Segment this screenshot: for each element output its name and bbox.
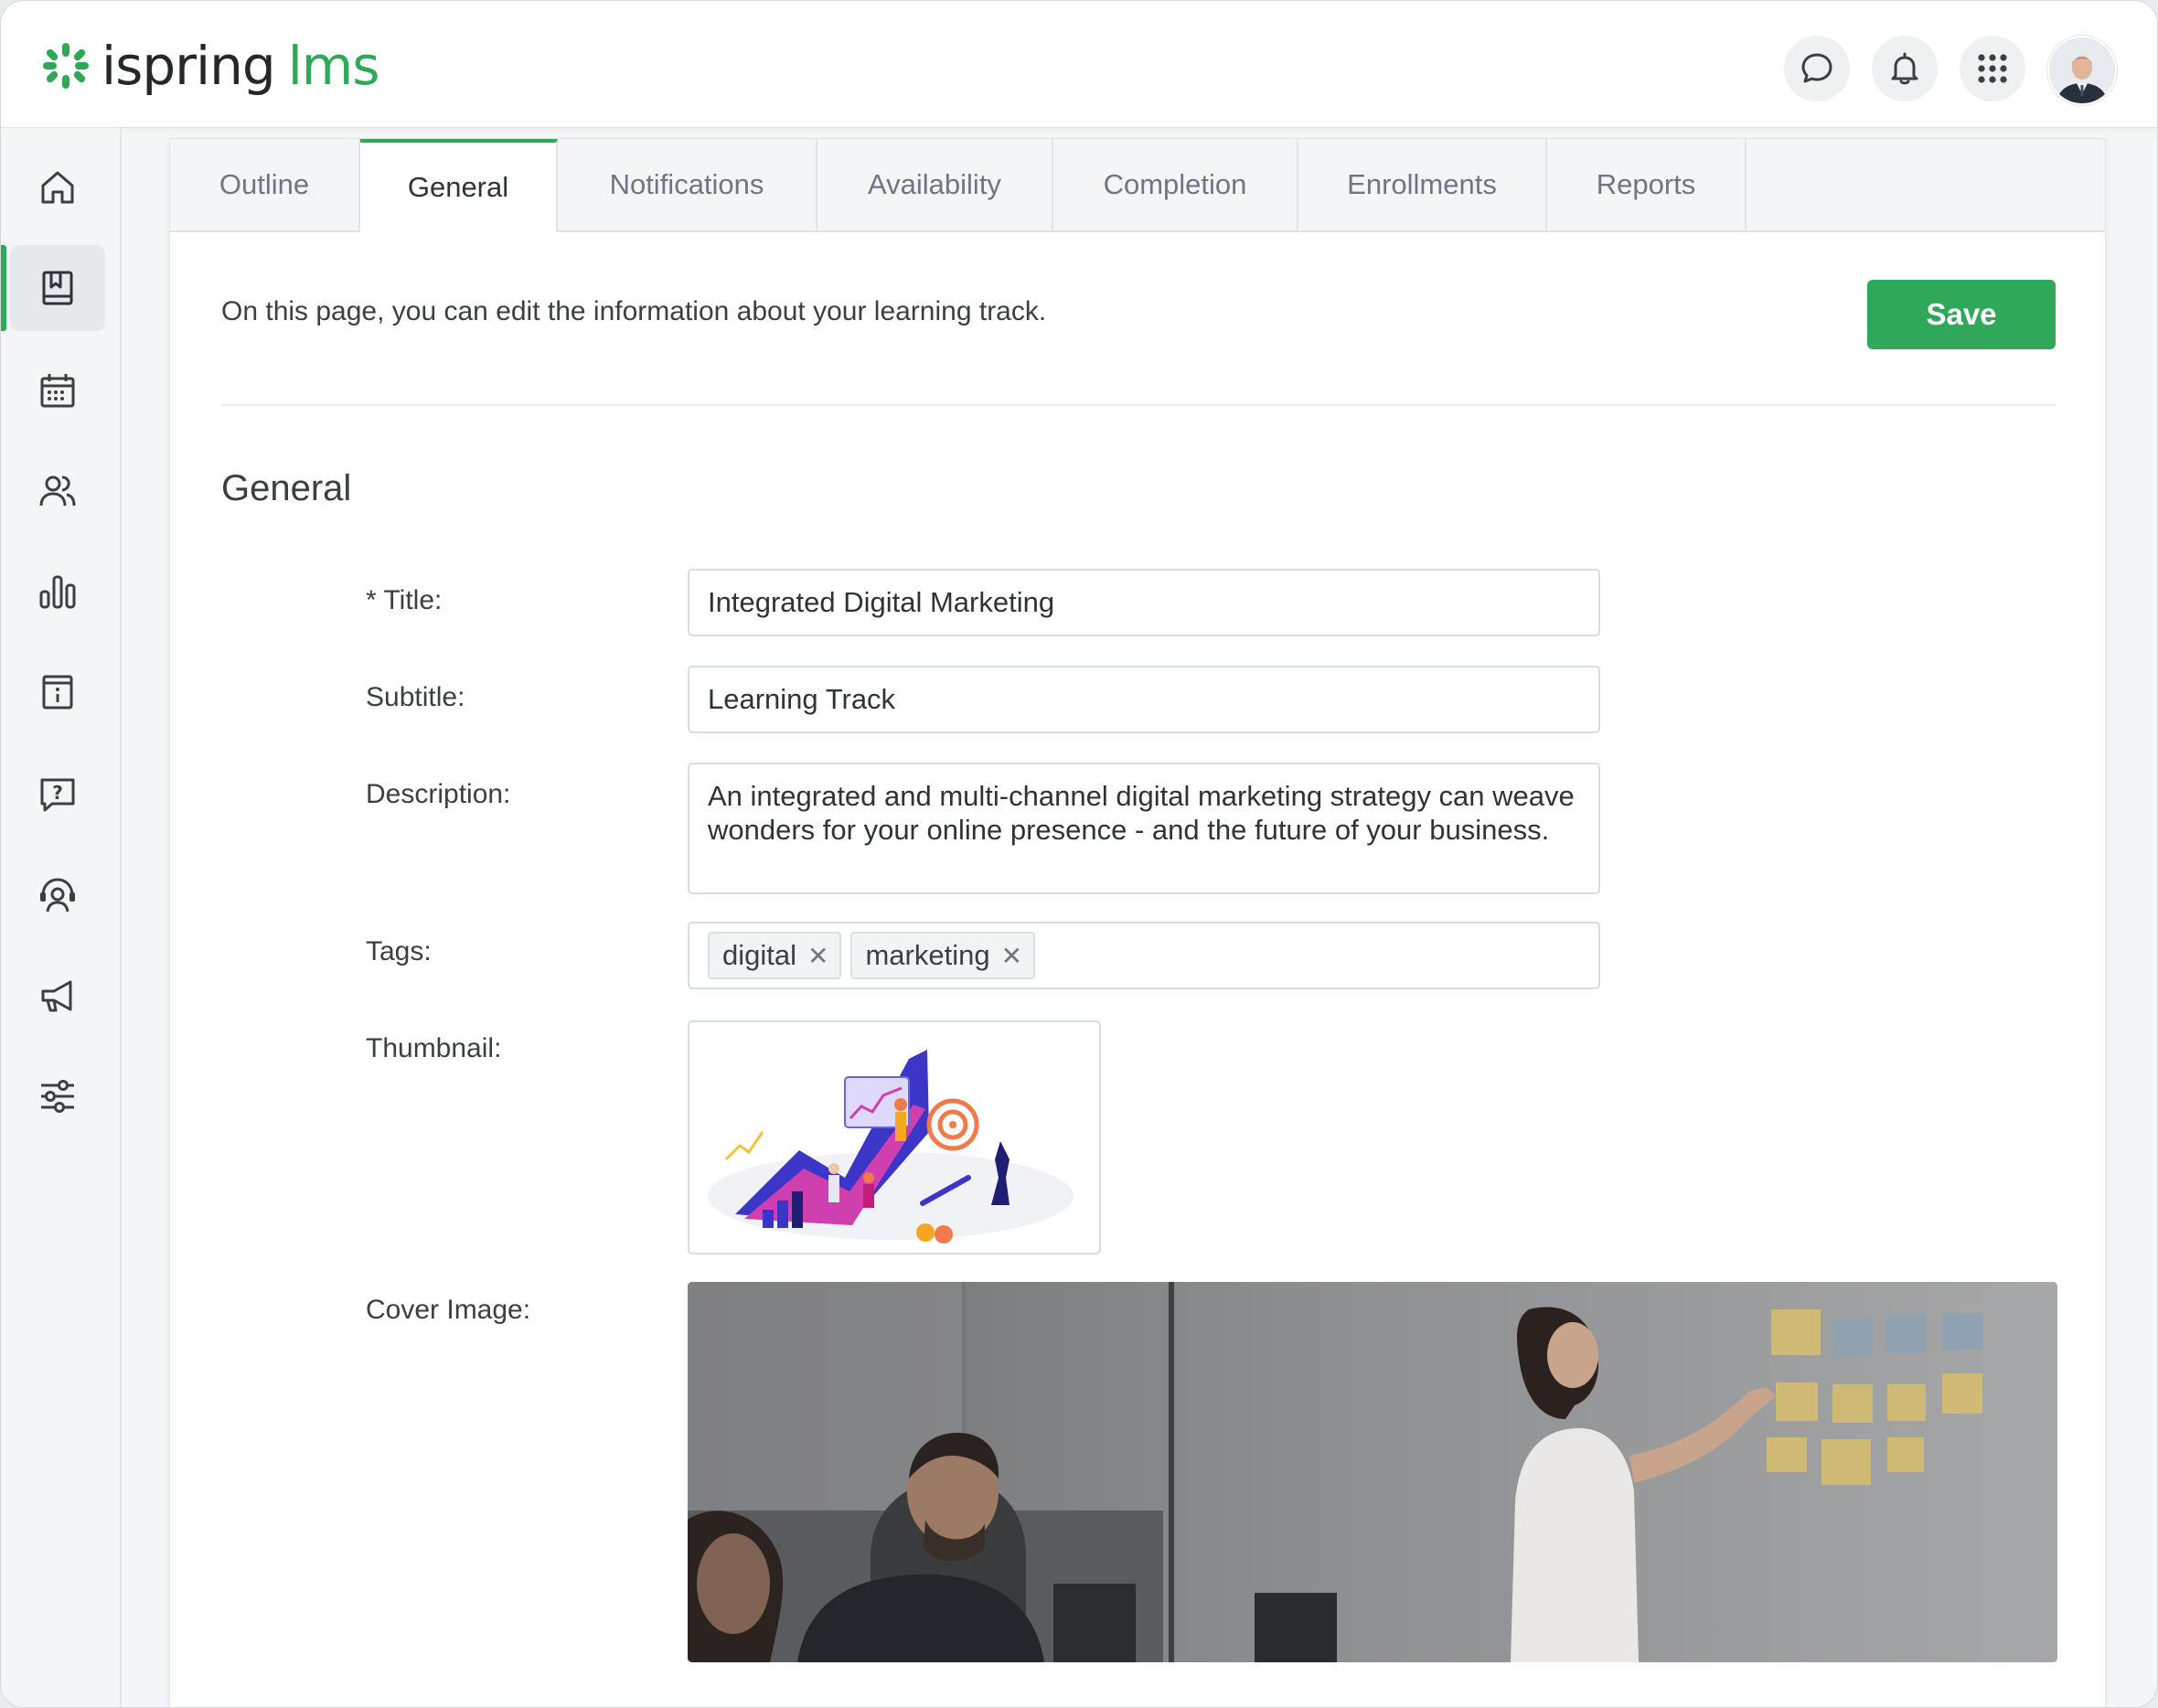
app-window: ispring lms ? Outline General Notificati… [0, 0, 2158, 1708]
chat-button[interactable] [1784, 36, 1850, 101]
cover-image-label: Cover Image: [366, 1295, 531, 1325]
logo-text-lms: lms [287, 35, 380, 97]
sidebar-item-home[interactable] [10, 144, 105, 230]
sidebar-item-content[interactable] [1, 245, 105, 331]
save-button[interactable]: Save [1867, 280, 2056, 349]
tab-bar: Outline General Notifications Availabili… [170, 139, 2105, 232]
calendar-icon [40, 374, 75, 408]
sidebar-item-support[interactable] [10, 852, 105, 938]
logo-text-ispring: ispring [101, 35, 276, 97]
sidebar-item-settings[interactable] [10, 1053, 105, 1139]
subtitle-input[interactable]: Learning Track [688, 666, 1600, 733]
question-chat-icon: ? [40, 778, 75, 812]
tab-enrollments[interactable]: Enrollments [1298, 139, 1547, 230]
thumbnail-label: Thumbnail: [366, 1033, 502, 1063]
section-title: General [221, 468, 352, 508]
avatar-icon [2049, 37, 2115, 103]
left-sidebar: ? [1, 128, 122, 1707]
tab-general[interactable]: General [360, 139, 558, 232]
sidebar-item-info[interactable] [10, 649, 105, 735]
remove-tag-icon[interactable]: ✕ [807, 941, 828, 971]
apps-grid-icon [1978, 54, 2007, 83]
tags-input[interactable]: digital ✕ marketing ✕ [688, 922, 1600, 989]
bar-chart-icon [39, 575, 76, 609]
apps-menu-button[interactable] [1960, 36, 2025, 101]
tab-completion[interactable]: Completion [1053, 139, 1298, 230]
main-card: Outline General Notifications Availabili… [169, 138, 2106, 1707]
tab-availability[interactable]: Availability [817, 139, 1053, 230]
notifications-button[interactable] [1872, 36, 1938, 101]
cover-image[interactable] [688, 1282, 2057, 1662]
tab-bar-filler [1747, 139, 2105, 230]
top-actions [1784, 36, 2117, 105]
sidebar-item-announcements[interactable] [10, 953, 105, 1039]
title-label: * Title: [366, 585, 443, 615]
tags-label: Tags: [366, 936, 432, 966]
sidebar-item-questions[interactable]: ? [10, 752, 105, 838]
app-logo[interactable]: ispring lms [41, 34, 380, 98]
info-document-icon [42, 675, 73, 710]
subtitle-label: Subtitle: [366, 682, 465, 712]
sidebar-item-reports[interactable] [10, 549, 105, 635]
header-divider [221, 404, 2056, 406]
tag-chip: digital ✕ [708, 932, 842, 979]
remove-tag-icon[interactable]: ✕ [1001, 941, 1022, 971]
tag-chip-label: marketing [865, 939, 990, 971]
settings-sliders-icon [41, 1080, 74, 1113]
top-bar: ispring lms [1, 1, 2157, 128]
book-icon [42, 271, 73, 305]
tab-notifications[interactable]: Notifications [558, 139, 817, 230]
sidebar-item-calendar[interactable] [10, 347, 105, 433]
megaphone-icon [41, 980, 72, 1012]
svg-text:?: ? [52, 782, 63, 804]
marketing-illustration [689, 1022, 1099, 1253]
tag-chip-label: digital [722, 939, 796, 971]
tab-outline[interactable]: Outline [170, 139, 360, 230]
thumbnail-image[interactable] [688, 1020, 1101, 1254]
title-input[interactable]: Integrated Digital Marketing [688, 569, 1600, 636]
home-icon [41, 171, 74, 204]
chat-icon [1801, 53, 1832, 83]
support-agent-icon [40, 878, 75, 913]
description-label: Description: [366, 779, 511, 809]
users-icon [39, 475, 76, 507]
description-textarea[interactable]: An integrated and multi-channel digital … [688, 763, 1600, 894]
sidebar-item-users[interactable] [10, 448, 105, 534]
page-intro-text: On this page, you can edit the informati… [221, 296, 1047, 326]
tab-reports[interactable]: Reports [1547, 139, 1747, 230]
office-team-photo [688, 1282, 2057, 1662]
bell-icon [1891, 52, 1918, 85]
ispring-logo-icon [43, 43, 89, 89]
tag-chip: marketing ✕ [850, 932, 1036, 979]
user-avatar[interactable] [2047, 36, 2117, 105]
